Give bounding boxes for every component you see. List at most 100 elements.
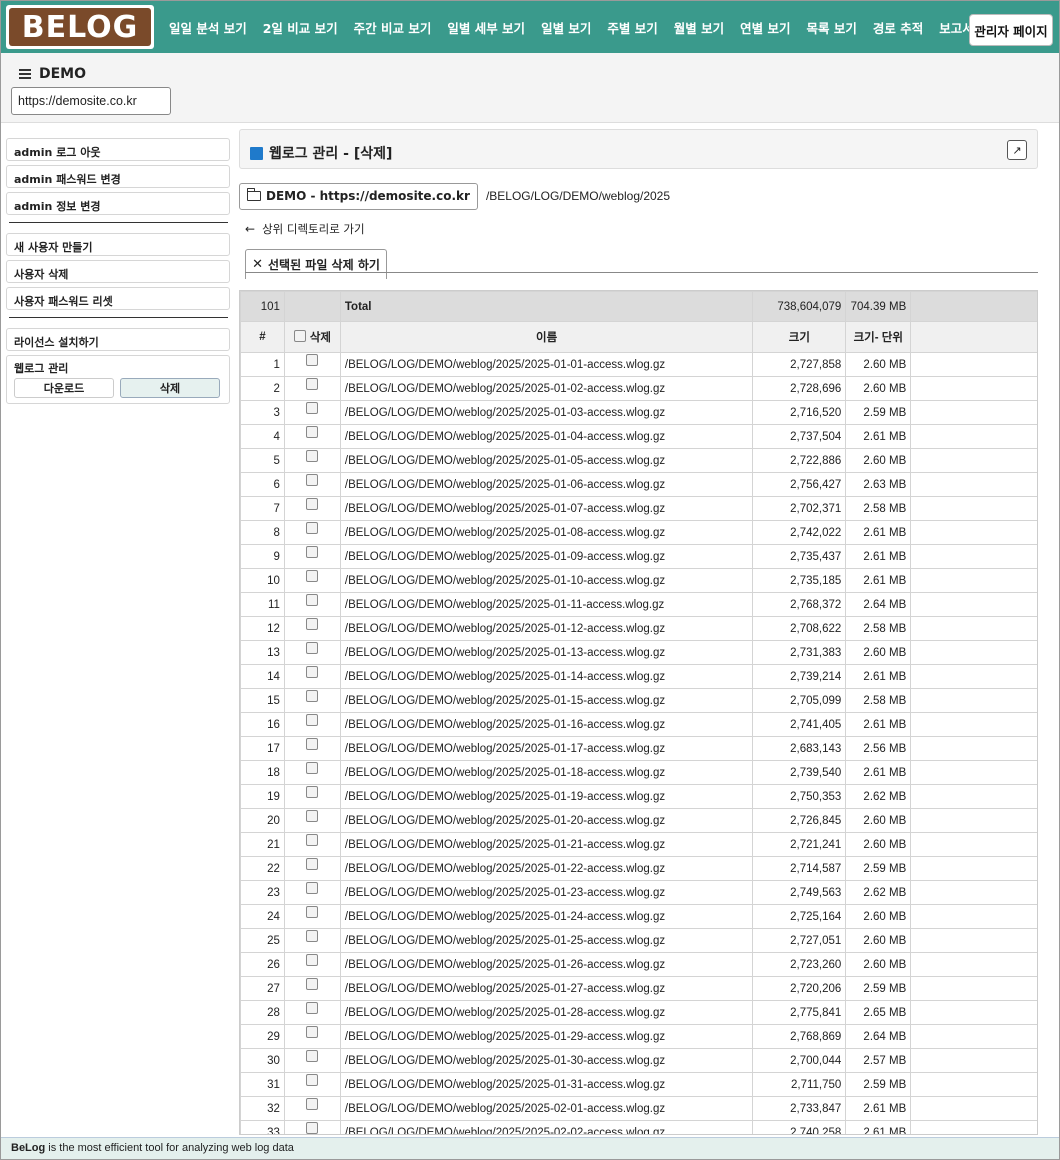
current-path: /BELOG/LOG/DEMO/weblog/2025 [485, 189, 671, 203]
row-number: 6 [240, 472, 285, 497]
row-checkbox[interactable] [306, 594, 319, 607]
row-checkbox[interactable] [306, 786, 319, 799]
row-file-size: 2,731,383 [752, 640, 847, 665]
row-checkbox[interactable] [306, 1098, 319, 1111]
row-checkbox[interactable] [306, 354, 319, 367]
row-file-name: /BELOG/LOG/DEMO/weblog/2025/2025-01-18-a… [339, 760, 754, 785]
row-file-name: /BELOG/LOG/DEMO/weblog/2025/2025-01-08-a… [339, 520, 754, 545]
sidebar-button-group2-1[interactable]: 사용자 삭제 [6, 260, 230, 283]
row-checkbox[interactable] [306, 1050, 319, 1063]
row-checkbox[interactable] [306, 546, 319, 559]
row-checkbox[interactable] [306, 642, 319, 655]
row-number: 9 [240, 544, 285, 569]
row-checkbox[interactable] [306, 1002, 319, 1015]
sidebar-button-group2-0[interactable]: 새 사용자 만들기 [6, 233, 230, 256]
row-checkbox[interactable] [306, 402, 319, 415]
row-checkbox[interactable] [306, 498, 319, 511]
row-checkbox[interactable] [306, 714, 319, 727]
row-checkbox[interactable] [306, 810, 319, 823]
sidebar-button-group3-0[interactable]: 라이선스 설치하기 [6, 328, 230, 351]
site-root-label: DEMO - https://demosite.co.kr [266, 189, 470, 203]
site-root-button[interactable]: DEMO - https://demosite.co.kr [239, 182, 478, 210]
expand-icon[interactable]: ↗ [1007, 140, 1027, 160]
row-file-size-unit: 2.58 MB [845, 688, 912, 713]
row-delete-cell [283, 496, 341, 521]
row-checkbox[interactable] [306, 570, 319, 583]
row-checkbox[interactable] [306, 954, 319, 967]
row-file-size-unit: 2.63 MB [845, 472, 912, 497]
row-filler [910, 688, 1037, 713]
sidebar-button-group2-2[interactable]: 사용자 패스워드 리셋 [6, 287, 230, 310]
table-row: 22/BELOG/LOG/DEMO/weblog/2025/2025-01-22… [240, 856, 1037, 881]
row-delete-cell [283, 544, 341, 569]
row-file-size-unit: 2.61 MB [845, 760, 912, 785]
sidebar-button-group1-1[interactable]: admin 패스워드 변경 [6, 165, 230, 188]
nav-item-5[interactable]: 주별 보기 [599, 18, 665, 37]
row-checkbox[interactable] [306, 858, 319, 871]
row-filler [910, 736, 1037, 761]
sidebar-button-group1-2[interactable]: admin 정보 변경 [6, 192, 230, 215]
row-checkbox[interactable] [306, 522, 319, 535]
row-filler [910, 1072, 1037, 1097]
nav-item-4[interactable]: 일별 보기 [533, 18, 599, 37]
row-checkbox[interactable] [306, 474, 319, 487]
nav-item-1[interactable]: 2일 비교 보기 [255, 18, 346, 37]
row-delete-cell [283, 784, 341, 809]
table-row: 23/BELOG/LOG/DEMO/weblog/2025/2025-01-23… [240, 880, 1037, 905]
row-checkbox[interactable] [306, 738, 319, 751]
row-number: 18 [240, 760, 285, 785]
row-filler [910, 520, 1037, 545]
row-checkbox[interactable] [306, 1122, 319, 1134]
file-table-container[interactable]: 101 Total 738,604,079 704.39 MB # 삭제 이름 [239, 290, 1038, 1135]
panel-title: 웹로그 관리 - [삭제] [250, 143, 392, 163]
nav-item-2[interactable]: 주간 비교 보기 [346, 18, 440, 37]
row-checkbox[interactable] [306, 690, 319, 703]
row-checkbox[interactable] [306, 762, 319, 775]
row-filler [910, 1000, 1037, 1025]
row-checkbox[interactable] [306, 978, 319, 991]
row-delete-cell [283, 928, 341, 953]
row-file-name: /BELOG/LOG/DEMO/weblog/2025/2025-01-05-a… [339, 448, 754, 473]
sidebar-weblog-download-button[interactable]: 다운로드 [14, 378, 114, 398]
row-file-name: /BELOG/LOG/DEMO/weblog/2025/2025-02-01-a… [339, 1096, 754, 1121]
row-checkbox[interactable] [306, 426, 319, 439]
nav-item-9[interactable]: 경로 추적 [865, 18, 931, 37]
select-all-checkbox[interactable] [293, 329, 306, 342]
row-checkbox[interactable] [306, 882, 319, 895]
row-file-name: /BELOG/LOG/DEMO/weblog/2025/2025-01-04-a… [339, 424, 754, 449]
sidebar-button-group1-0[interactable]: admin 로그 아웃 [6, 138, 230, 161]
row-file-size: 2,750,353 [752, 784, 847, 809]
nav-item-3[interactable]: 일별 세부 보기 [439, 18, 533, 37]
nav-item-0[interactable]: 일일 분석 보기 [161, 18, 255, 37]
col-header-size: 크기 [752, 321, 847, 353]
close-icon: ✕ [252, 257, 263, 272]
row-delete-cell [283, 712, 341, 737]
nav-item-8[interactable]: 목록 보기 [799, 18, 865, 37]
row-delete-cell [283, 904, 341, 929]
row-checkbox[interactable] [306, 450, 319, 463]
sidebar-weblog-delete-button[interactable]: 삭제 [120, 378, 220, 398]
parent-directory-link[interactable]: ← 상위 디렉토리로 가기 [245, 221, 365, 237]
row-checkbox[interactable] [306, 618, 319, 631]
row-checkbox[interactable] [306, 378, 319, 391]
row-delete-cell [283, 400, 341, 425]
row-checkbox[interactable] [306, 666, 319, 679]
row-file-name: /BELOG/LOG/DEMO/weblog/2025/2025-01-02-a… [339, 376, 754, 401]
logo[interactable]: BELOG [6, 5, 154, 49]
delete-selected-button[interactable]: ✕ 선택된 파일 삭제 하기 [245, 249, 387, 279]
panel-header: 웹로그 관리 - [삭제] ↗ [239, 129, 1038, 169]
row-checkbox[interactable] [306, 906, 319, 919]
nav-item-7[interactable]: 연별 보기 [732, 18, 798, 37]
row-checkbox[interactable] [306, 834, 319, 847]
site-url-box[interactable]: https://demosite.co.kr [11, 87, 171, 115]
row-checkbox[interactable] [306, 1074, 319, 1087]
nav-item-6[interactable]: 월별 보기 [666, 18, 732, 37]
menu-icon[interactable] [19, 69, 31, 79]
row-checkbox[interactable] [306, 1026, 319, 1039]
row-file-name: /BELOG/LOG/DEMO/weblog/2025/2025-01-31-a… [339, 1072, 754, 1097]
nav-admin-page-button[interactable]: 관리자 페이지 [969, 14, 1053, 46]
row-file-name: /BELOG/LOG/DEMO/weblog/2025/2025-01-28-a… [339, 1000, 754, 1025]
table-row: 16/BELOG/LOG/DEMO/weblog/2025/2025-01-16… [240, 712, 1037, 737]
row-checkbox[interactable] [306, 930, 319, 943]
row-delete-cell [283, 352, 341, 377]
